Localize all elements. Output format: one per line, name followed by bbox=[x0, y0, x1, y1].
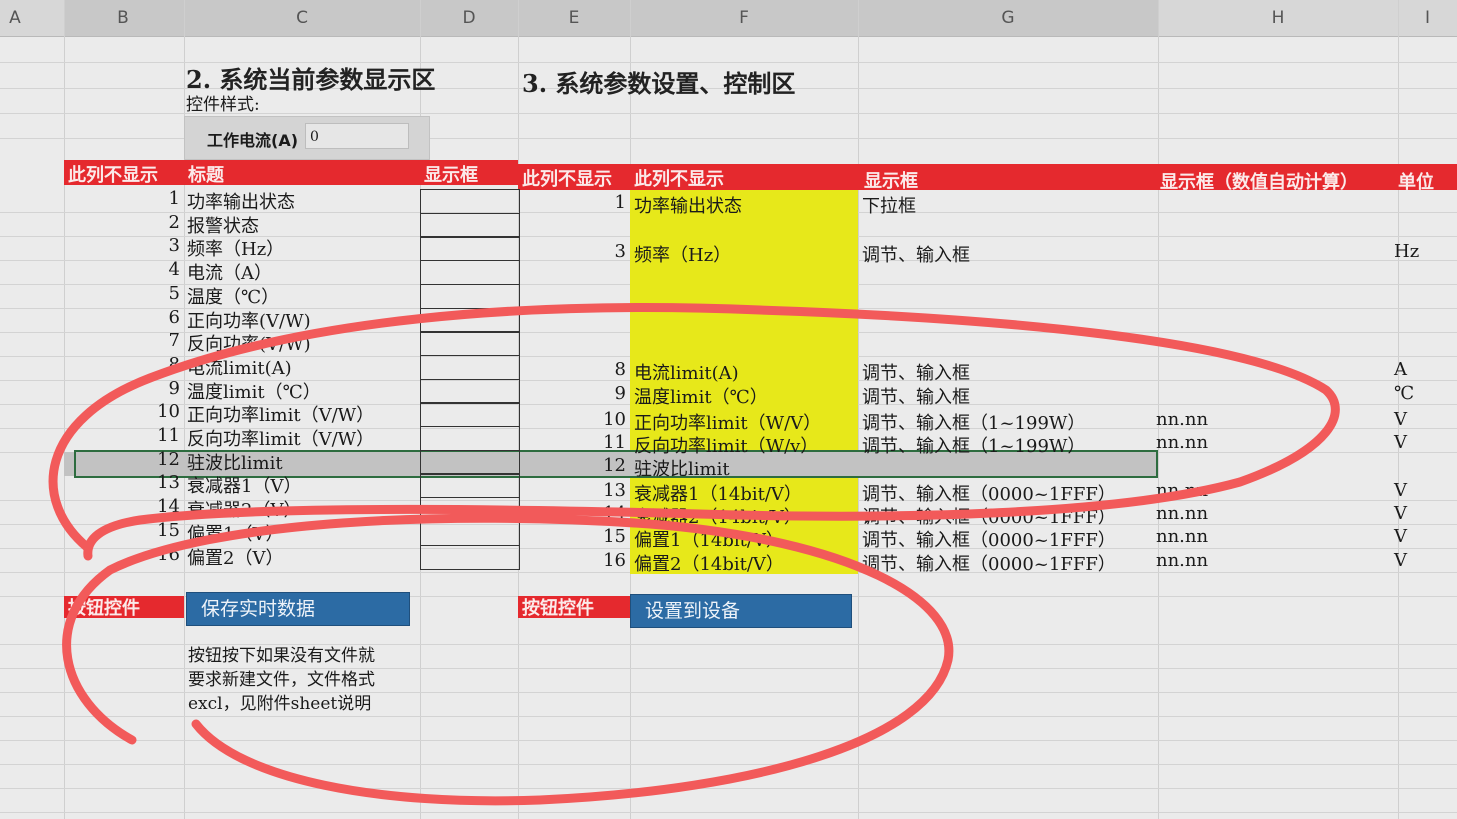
red-annotation-marks bbox=[48, 303, 1340, 806]
spreadsheet: A B C D E F G H I 此列不显示 标题 显示框 此列不显示 此列不… bbox=[0, 0, 1457, 819]
annotation-oval-top bbox=[48, 303, 1340, 561]
annotation-oval-bottom bbox=[62, 513, 954, 806]
